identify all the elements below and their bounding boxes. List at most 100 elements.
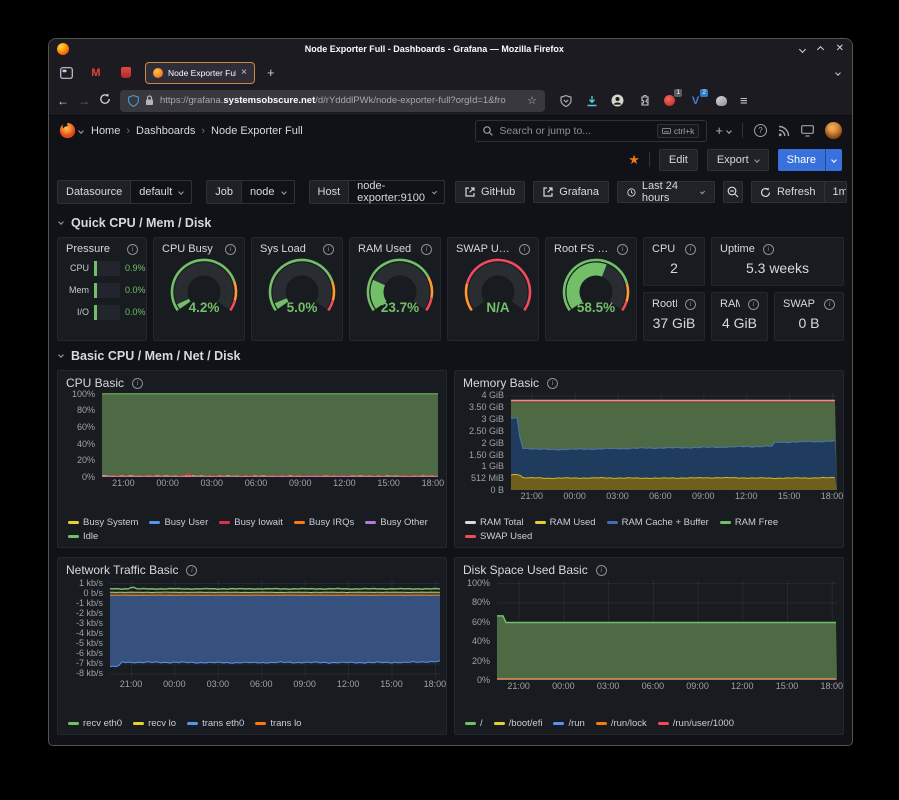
legend-item[interactable]: /boot/efi	[494, 718, 543, 729]
info-icon[interactable]: i	[186, 565, 197, 576]
downloads-icon[interactable]	[584, 93, 599, 108]
grafana-link-button[interactable]: Grafana	[533, 181, 609, 203]
info-icon[interactable]: i	[685, 244, 696, 255]
legend-item[interactable]: Busy System	[68, 517, 138, 528]
minimize-button[interactable]	[799, 45, 806, 52]
news-rss-icon[interactable]	[778, 125, 790, 137]
panel-title: Root FS Used	[554, 243, 609, 255]
back-button[interactable]: ←	[57, 94, 69, 108]
info-icon[interactable]: i	[748, 299, 759, 310]
menu-hamburger-icon[interactable]: ≡	[740, 93, 748, 108]
legend-label: Busy System	[83, 517, 138, 528]
network-traffic-chart[interactable]: 1 kb/s0 b/s-1 kb/s-2 kb/s-3 kb/s-4 kb/s-…	[66, 580, 438, 729]
x-tick-label: 09:00	[290, 679, 320, 689]
memory-basic-chart[interactable]: 0 B512 MiB1 GiB1.50 GiB2 GiB2.50 GiB3 Gi…	[463, 393, 835, 542]
pinned-tab-red-app[interactable]	[115, 63, 137, 83]
forward-button[interactable]: →	[78, 94, 90, 108]
new-tab-button[interactable]: +	[263, 65, 279, 80]
section-quick-cpu-mem-disk[interactable]: Quick CPU / Mem / Disk	[49, 208, 852, 235]
legend-item[interactable]: Idle	[68, 531, 98, 542]
legend-item[interactable]: trans lo	[255, 718, 301, 729]
info-icon[interactable]: i	[547, 378, 558, 389]
refresh-button[interactable]: Refresh	[752, 182, 824, 202]
job-select[interactable]: node	[241, 180, 294, 204]
bookmark-star-icon[interactable]: ☆	[527, 94, 537, 107]
maximize-button[interactable]	[817, 45, 824, 52]
legend-label: /boot/efi	[509, 718, 543, 729]
chevron-down-icon	[281, 189, 287, 195]
monitor-icon[interactable]	[801, 125, 814, 137]
search-input[interactable]: Search or jump to... ctrl+k	[475, 120, 707, 142]
url-bar[interactable]: https://grafana.systemsobscure.net/d/rYd…	[120, 90, 545, 112]
time-range-picker[interactable]: Last 24 hours	[617, 181, 715, 203]
host-select[interactable]: node-exporter:9100	[348, 180, 445, 204]
zoom-out-button[interactable]	[723, 181, 743, 203]
x-tick-label: 18:00	[817, 681, 844, 691]
help-icon[interactable]: ?	[754, 124, 767, 137]
legend-item[interactable]: recv lo	[133, 718, 176, 729]
export-button[interactable]: Export	[707, 149, 769, 171]
breadcrumb-dashboards[interactable]: Dashboards	[136, 125, 195, 137]
grafana-logo[interactable]	[59, 122, 83, 139]
extension-red-icon[interactable]: 1	[662, 93, 677, 108]
share-dropdown[interactable]	[825, 149, 842, 171]
legend-swatch	[465, 521, 476, 524]
reload-button[interactable]	[99, 92, 111, 110]
info-icon[interactable]: i	[421, 244, 432, 255]
tab-close-icon[interactable]: ×	[241, 67, 247, 78]
account-icon[interactable]	[610, 93, 625, 108]
refresh-interval-select[interactable]: 1m	[824, 182, 848, 202]
legend-item[interactable]: recv eth0	[68, 718, 122, 729]
info-icon[interactable]: i	[519, 244, 530, 255]
legend-item[interactable]: SWAP Used	[465, 531, 532, 542]
legend-item[interactable]: Busy IRQs	[294, 517, 354, 528]
legend-item[interactable]: Busy Iowait	[219, 517, 283, 528]
y-tick-label: 80%	[77, 405, 95, 415]
legend-item[interactable]: RAM Total	[465, 517, 524, 528]
info-icon[interactable]: i	[824, 299, 835, 310]
legend-item[interactable]: /run/lock	[596, 718, 647, 729]
legend-item[interactable]: /	[465, 718, 483, 729]
info-icon[interactable]: i	[685, 299, 696, 310]
section-basic-cpu-mem-net-disk[interactable]: Basic CPU / Mem / Net / Disk	[49, 341, 852, 368]
tracking-protection-shield-icon[interactable]	[128, 95, 139, 107]
legend-item[interactable]: RAM Free	[720, 517, 778, 528]
edit-button[interactable]: Edit	[659, 149, 698, 171]
user-avatar[interactable]	[825, 122, 842, 139]
legend-item[interactable]: trans eth0	[187, 718, 244, 729]
info-icon[interactable]: i	[225, 244, 236, 255]
favorite-star-icon[interactable]: ★	[628, 152, 640, 168]
disk-space-chart[interactable]: 0%20%40%60%80%100%21:0000:0003:0006:0009…	[463, 580, 835, 729]
cpu-basic-chart[interactable]: 0%20%40%60%80%100%21:0000:0003:0006:0009…	[66, 393, 438, 542]
share-button[interactable]: Share	[778, 149, 842, 171]
search-shortcut: ctrl+k	[657, 124, 700, 138]
info-icon[interactable]: i	[617, 244, 628, 255]
legend-item[interactable]: Busy User	[149, 517, 208, 528]
legend-item[interactable]: /run	[553, 718, 584, 729]
legend-item[interactable]: RAM Cache + Buffer	[607, 517, 709, 528]
y-tick-label: 4 GiB	[481, 390, 504, 400]
extension-paw-icon[interactable]	[714, 93, 729, 108]
list-all-tabs-icon[interactable]	[835, 70, 841, 76]
breadcrumb-home[interactable]: Home	[91, 125, 120, 137]
pocket-shield-icon[interactable]	[558, 93, 573, 108]
info-icon[interactable]: i	[596, 565, 607, 576]
extension-vimium-icon[interactable]: V 2	[688, 93, 703, 108]
github-link-button[interactable]: GitHub	[455, 181, 525, 203]
info-icon[interactable]: i	[132, 378, 143, 389]
info-icon[interactable]: i	[323, 244, 334, 255]
info-icon[interactable]: i	[127, 244, 138, 255]
window-titlebar[interactable]: Node Exporter Full - Dashboards - Grafan…	[49, 39, 852, 59]
info-icon[interactable]: i	[763, 244, 774, 255]
pinned-tab-gmail[interactable]: M	[85, 63, 107, 83]
close-window-button[interactable]: ✕	[836, 44, 844, 54]
firefox-view-icon[interactable]	[55, 63, 77, 83]
extensions-puzzle-icon[interactable]	[636, 93, 651, 108]
datasource-select[interactable]: default	[130, 180, 192, 204]
active-tab[interactable]: Node Exporter Full - Dashbo ×	[145, 62, 255, 84]
legend-item[interactable]: Busy Other	[365, 517, 428, 528]
legend-item[interactable]: /run/user/1000	[658, 718, 734, 729]
legend-item[interactable]: RAM Used	[535, 517, 596, 528]
x-tick-label: 03:00	[197, 478, 227, 488]
add-button[interactable]: +	[715, 123, 731, 138]
